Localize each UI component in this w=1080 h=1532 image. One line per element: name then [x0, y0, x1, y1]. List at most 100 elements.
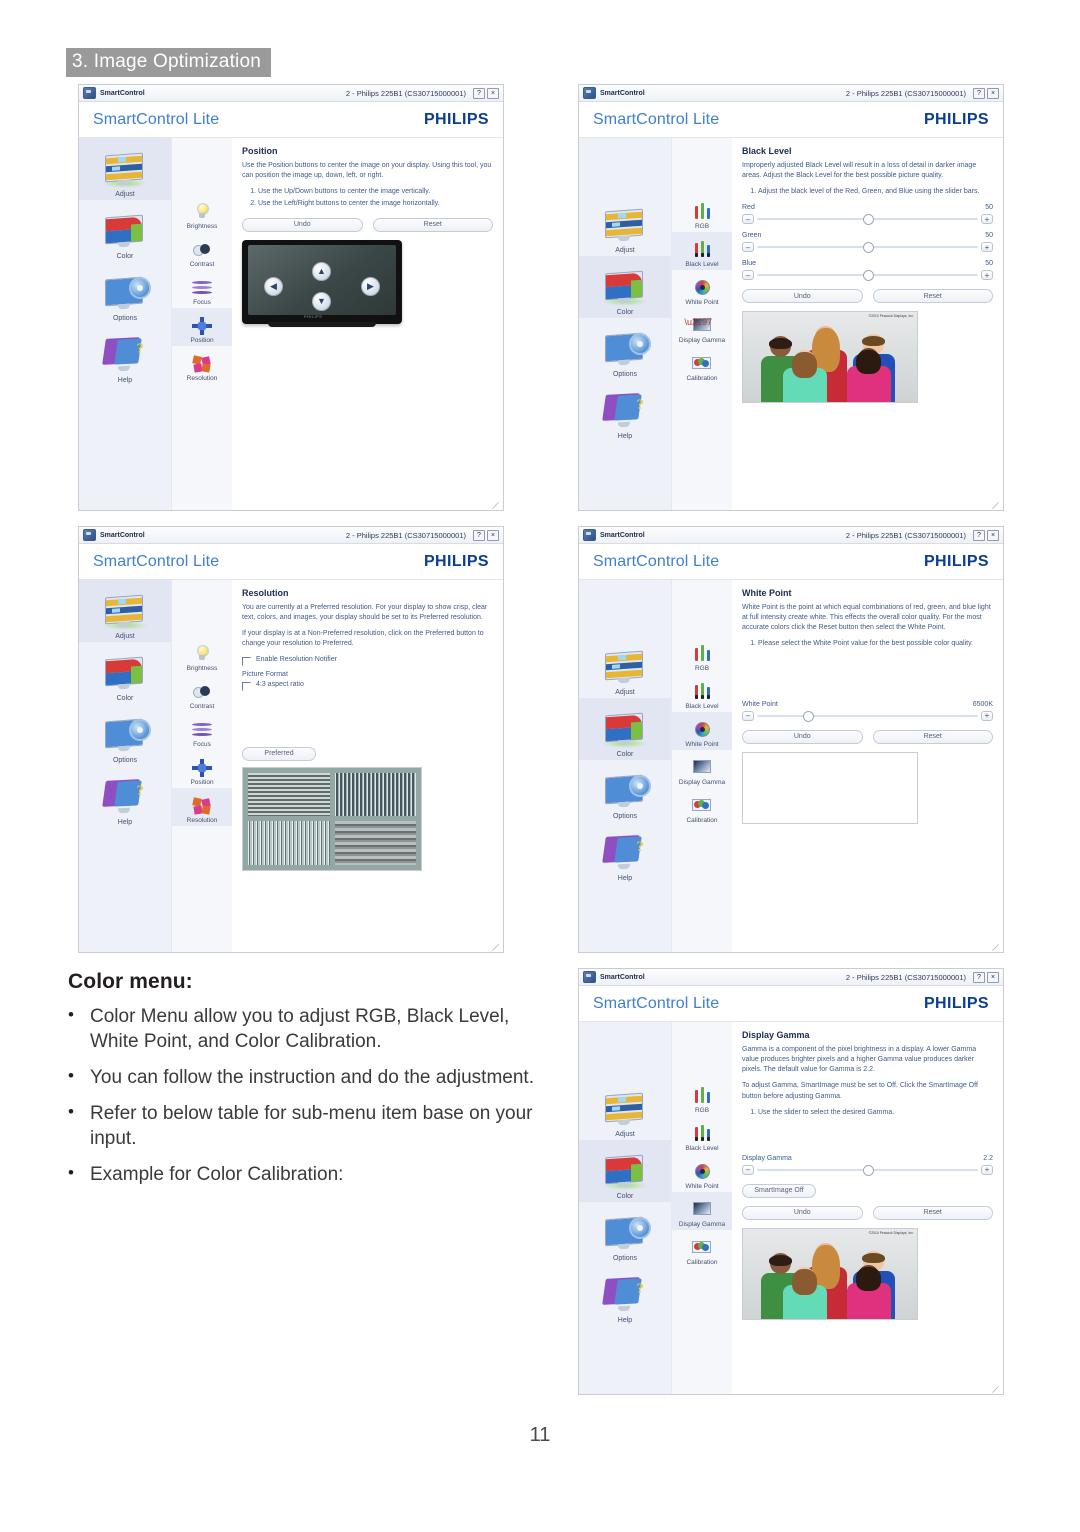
- menu-item-color[interactable]: Color: [579, 1140, 671, 1202]
- help-icon[interactable]: ?: [973, 971, 985, 983]
- submenu-item-calibration[interactable]: Calibration: [672, 1230, 732, 1268]
- window-display-gamma[interactable]: SmartControl 2 - Philips 225B1 (CS307150…: [578, 968, 1004, 1395]
- submenu-item-focus[interactable]: Focus: [172, 270, 232, 308]
- submenu-item-contrast[interactable]: Contrast: [172, 232, 232, 270]
- help-icon[interactable]: ?: [473, 529, 485, 541]
- submenu-item-white-point[interactable]: White Point: [672, 1154, 732, 1192]
- menu-item-help[interactable]: ? Help: [79, 324, 171, 386]
- close-icon[interactable]: ×: [987, 529, 999, 541]
- submenu-item-brightness[interactable]: Brightness: [172, 194, 232, 232]
- undo-button[interactable]: Undo: [742, 1205, 863, 1220]
- resize-grip[interactable]: [991, 941, 1000, 950]
- slider-decrease-button[interactable]: –: [742, 214, 754, 225]
- menu-item-color[interactable]: Color: [79, 200, 171, 262]
- menu-item-color[interactable]: Color: [579, 698, 671, 760]
- move-left-button[interactable]: ◀: [264, 276, 283, 296]
- slider-increase-button[interactable]: +: [981, 270, 993, 281]
- menu-item-help[interactable]: ? Help: [579, 1264, 671, 1326]
- slider-red[interactable]: Red 50 – +: [742, 204, 993, 226]
- help-icon[interactable]: ?: [473, 87, 485, 99]
- submenu-item-display-gamma[interactable]: Display Gamma: [672, 750, 732, 788]
- slider-knob[interactable]: [863, 1164, 875, 1176]
- undo-button[interactable]: Undo: [242, 217, 363, 232]
- submenu-item-rgb[interactable]: RGB: [672, 194, 732, 232]
- menu-item-options[interactable]: Options: [579, 760, 671, 822]
- preferred-button[interactable]: Preferred: [242, 746, 316, 761]
- slider-increase-button[interactable]: +: [981, 1164, 993, 1175]
- submenu-item-calibration[interactable]: Calibration: [672, 346, 732, 384]
- submenu-item-rgb[interactable]: RGB: [672, 1078, 732, 1116]
- menu-item-adjust[interactable]: Adjust: [579, 636, 671, 698]
- menu-item-adjust[interactable]: Adjust: [79, 580, 171, 642]
- menu-item-options[interactable]: Options: [579, 318, 671, 380]
- slider-decrease-button[interactable]: –: [742, 1164, 754, 1175]
- submenu-item-brightness[interactable]: Brightness: [172, 636, 232, 674]
- submenu-item-white-point[interactable]: White Point: [672, 270, 732, 308]
- submenu-item-rgb[interactable]: RGB: [672, 636, 732, 674]
- resize-grip[interactable]: [491, 499, 500, 508]
- slider-decrease-button[interactable]: –: [742, 270, 754, 281]
- menu-item-adjust[interactable]: Adjust: [79, 138, 171, 200]
- submenu-item-black-level[interactable]: Black Level: [672, 1116, 732, 1154]
- close-icon[interactable]: ×: [987, 87, 999, 99]
- window-black-level[interactable]: SmartControl 2 - Philips 225B1 (CS307150…: [578, 84, 1004, 511]
- resize-grip[interactable]: [991, 1383, 1000, 1392]
- submenu-item-black-level[interactable]: Black Level: [672, 674, 732, 712]
- submenu-item-position[interactable]: Position: [172, 750, 232, 788]
- window-white-point[interactable]: SmartControl 2 - Philips 225B1 (CS307150…: [578, 526, 1004, 953]
- move-right-button[interactable]: ▶: [361, 276, 380, 296]
- slider-green[interactable]: Green 50 – +: [742, 232, 993, 254]
- move-down-button[interactable]: ▼: [312, 291, 331, 311]
- close-icon[interactable]: ×: [487, 529, 499, 541]
- checkbox-box[interactable]: [242, 681, 251, 691]
- help-icon[interactable]: ?: [973, 87, 985, 99]
- move-up-button[interactable]: ▲: [312, 261, 331, 281]
- submenu-item-display-gamma[interactable]: \u2197 Display Gamma: [672, 308, 732, 346]
- menu-item-help[interactable]: ? Help: [579, 822, 671, 884]
- menu-item-options[interactable]: Options: [79, 704, 171, 766]
- menu-item-color[interactable]: Color: [79, 642, 171, 704]
- menu-item-options[interactable]: Options: [79, 262, 171, 324]
- close-icon[interactable]: ×: [487, 87, 499, 99]
- checkbox-resolution-notifier[interactable]: Enable Resolution Notifier: [242, 656, 493, 666]
- submenu-item-resolution[interactable]: Resolution: [172, 788, 232, 826]
- reset-button[interactable]: Reset: [372, 217, 493, 232]
- slider-knob[interactable]: [803, 710, 815, 722]
- slider-display-gamma[interactable]: Display Gamma 2.2 – +: [742, 1155, 993, 1176]
- slider-increase-button[interactable]: +: [981, 242, 993, 253]
- submenu-item-black-level[interactable]: Black Level: [672, 232, 732, 270]
- menu-item-adjust[interactable]: Adjust: [579, 194, 671, 256]
- help-icon[interactable]: ?: [973, 529, 985, 541]
- menu-item-color[interactable]: Color: [579, 256, 671, 318]
- smartimage-off-button[interactable]: SmartImage Off: [742, 1183, 816, 1198]
- submenu-item-position[interactable]: Position: [172, 308, 232, 346]
- checkbox-aspect-ratio[interactable]: 4:3 aspect ratio: [242, 681, 493, 691]
- slider-blue[interactable]: Blue 50 – +: [742, 260, 993, 282]
- submenu-item-calibration[interactable]: Calibration: [672, 788, 732, 826]
- reset-button[interactable]: Reset: [872, 289, 993, 304]
- slider-knob[interactable]: [863, 242, 875, 254]
- menu-item-options[interactable]: Options: [579, 1202, 671, 1264]
- resize-grip[interactable]: [991, 499, 1000, 508]
- slider-increase-button[interactable]: +: [981, 710, 993, 721]
- slider-increase-button[interactable]: +: [981, 214, 993, 225]
- slider-knob[interactable]: [863, 270, 875, 282]
- menu-item-adjust[interactable]: Adjust: [579, 1078, 671, 1140]
- slider-decrease-button[interactable]: –: [742, 710, 754, 721]
- submenu-item-contrast[interactable]: Contrast: [172, 674, 232, 712]
- submenu-item-display-gamma[interactable]: Display Gamma: [672, 1192, 732, 1230]
- slider-white-point[interactable]: White Point 6500K – +: [742, 701, 993, 722]
- reset-button[interactable]: Reset: [872, 729, 993, 744]
- menu-item-help[interactable]: ? Help: [579, 380, 671, 442]
- window-position[interactable]: SmartControl 2 - Philips 225B1 (CS307150…: [78, 84, 504, 511]
- submenu-item-white-point[interactable]: White Point: [672, 712, 732, 750]
- menu-item-help[interactable]: ? Help: [79, 766, 171, 828]
- submenu-item-resolution[interactable]: Resolution: [172, 346, 232, 384]
- undo-button[interactable]: Undo: [742, 729, 863, 744]
- submenu-item-focus[interactable]: Focus: [172, 712, 232, 750]
- undo-button[interactable]: Undo: [742, 289, 863, 304]
- window-resolution[interactable]: SmartControl 2 - Philips 225B1 (CS307150…: [78, 526, 504, 953]
- resize-grip[interactable]: [491, 941, 500, 950]
- checkbox-box[interactable]: [242, 656, 251, 666]
- reset-button[interactable]: Reset: [872, 1205, 993, 1220]
